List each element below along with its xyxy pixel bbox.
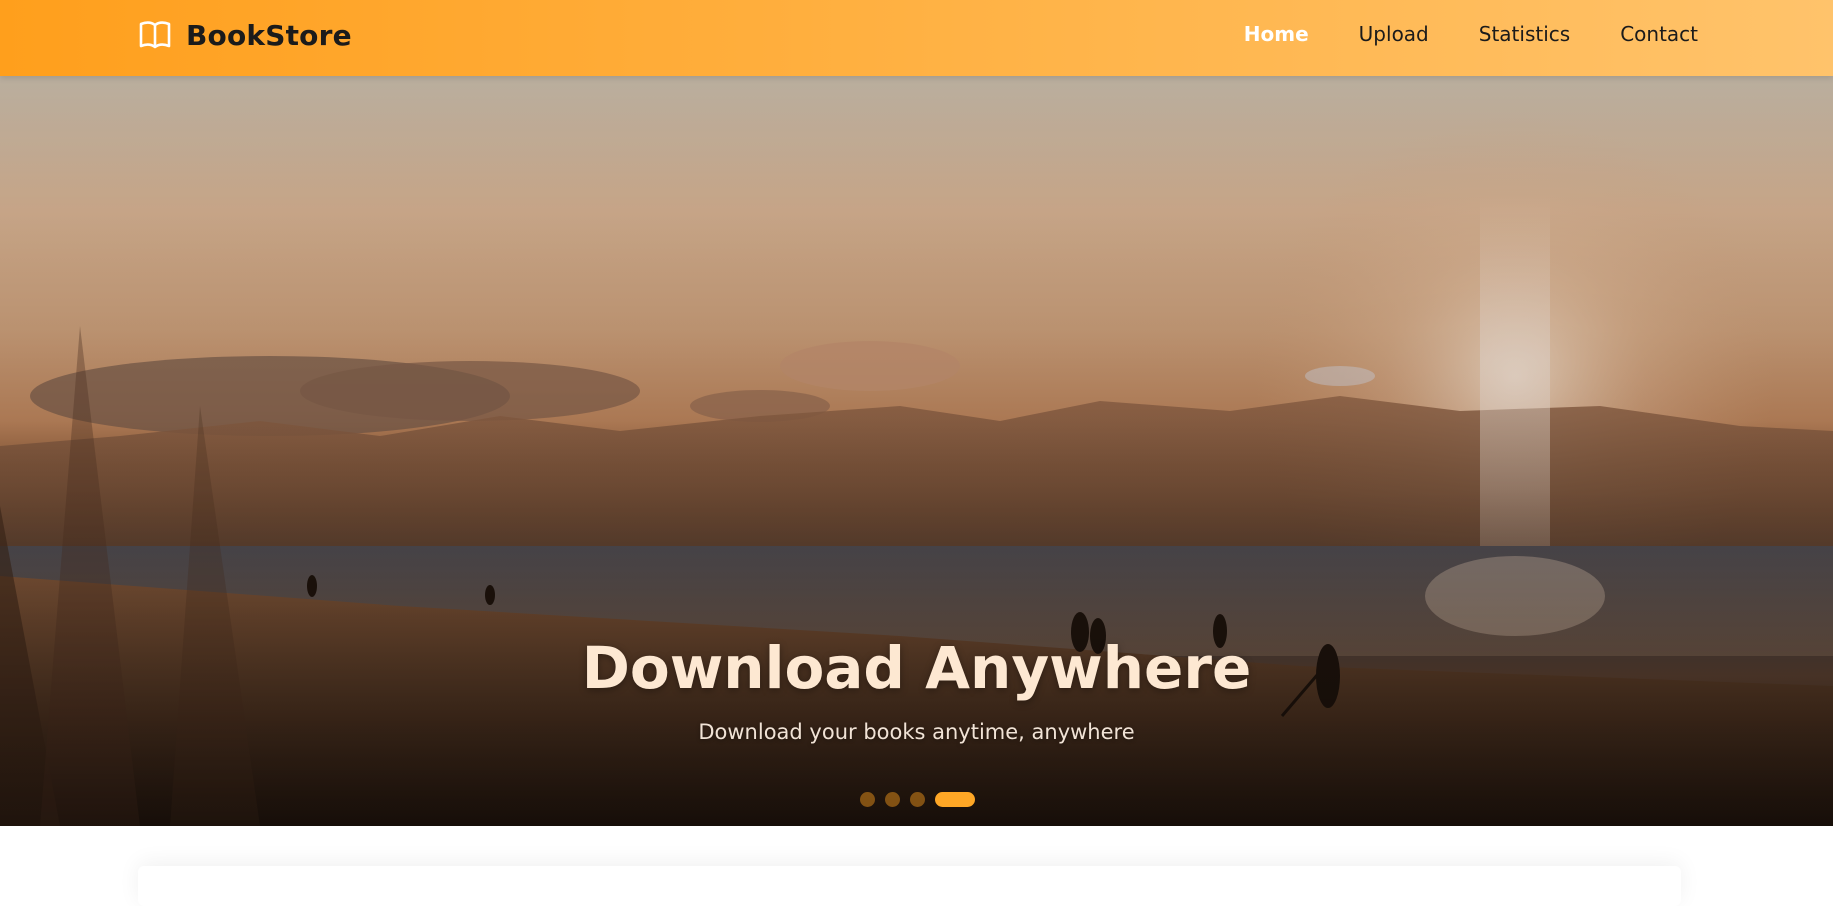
content-card <box>138 866 1681 906</box>
nav-contact-link[interactable]: Contact <box>1620 22 1698 46</box>
carousel-dot-1[interactable] <box>860 792 875 807</box>
nav-upload-link[interactable]: Upload <box>1359 22 1429 46</box>
carousel-dot-2[interactable] <box>885 792 900 807</box>
hero-subtitle: Download your books anytime, anywhere <box>698 720 1135 744</box>
main-nav: Home Upload Statistics Contact <box>1244 22 1698 46</box>
hero-carousel: Download Anywhere Download your books an… <box>0 76 1833 826</box>
hero-title: Download Anywhere <box>581 634 1252 702</box>
carousel-dot-3[interactable] <box>910 792 925 807</box>
hero-overlay <box>0 76 1833 826</box>
top-navbar: BookStore Home Upload Statistics Contact <box>0 0 1833 76</box>
open-book-icon <box>139 21 171 49</box>
carousel-dot-4-active[interactable] <box>935 792 975 807</box>
brand-logo[interactable]: BookStore <box>138 18 352 52</box>
brand-name: BookStore <box>186 18 352 52</box>
nav-home-link[interactable]: Home <box>1244 22 1309 46</box>
carousel-indicators <box>860 792 975 807</box>
nav-statistics-link[interactable]: Statistics <box>1479 22 1570 46</box>
